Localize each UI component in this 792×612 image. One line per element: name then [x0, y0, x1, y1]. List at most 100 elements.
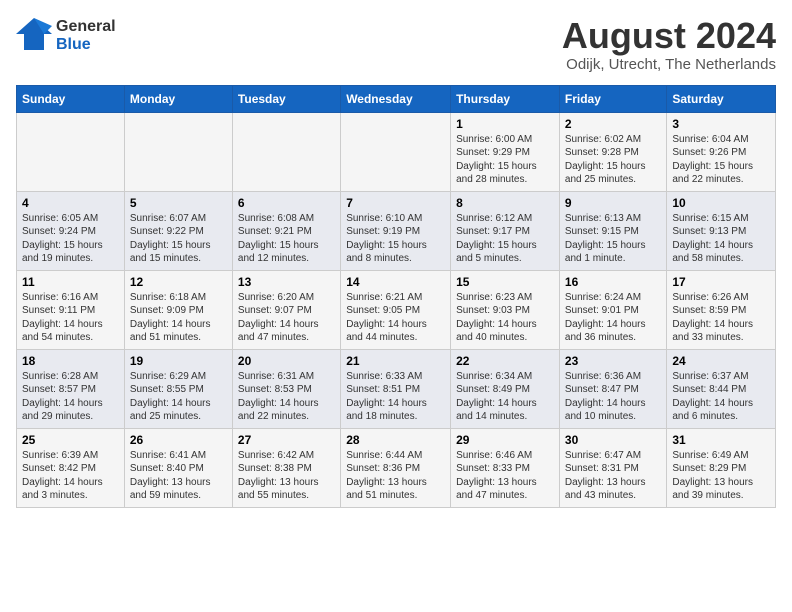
day-number: 12 [130, 275, 227, 289]
calendar-cell: 30Sunrise: 6:47 AM Sunset: 8:31 PM Dayli… [559, 428, 666, 507]
logo: General Blue [16, 16, 116, 56]
day-number: 22 [456, 354, 554, 368]
day-info: Sunrise: 6:33 AM Sunset: 8:51 PM Dayligh… [346, 370, 445, 424]
day-number: 11 [22, 275, 119, 289]
day-info: Sunrise: 6:28 AM Sunset: 8:57 PM Dayligh… [22, 370, 119, 424]
day-info: Sunrise: 6:04 AM Sunset: 9:26 PM Dayligh… [672, 133, 770, 187]
day-number: 8 [456, 196, 554, 210]
day-info: Sunrise: 6:36 AM Sunset: 8:47 PM Dayligh… [565, 370, 661, 424]
day-number: 15 [456, 275, 554, 289]
calendar-cell: 18 Sunrise: 6:28 AM Sunset: 8:57 PM Dayli… [17, 349, 125, 428]
calendar-cell: 19Sunrise: 6:29 AM Sunset: 8:55 PM Dayli… [124, 349, 232, 428]
logo-text: General Blue [56, 18, 116, 53]
day-number: 4 [22, 196, 119, 210]
day-info: Sunrise: 6:41 AM Sunset: 8:40 PM Dayligh… [130, 449, 227, 503]
day-info: Sunrise: 6:02 AM Sunset: 9:28 PM Dayligh… [565, 133, 661, 187]
calendar-cell: 8 Sunrise: 6:12 AM Sunset: 9:17 PM Daylig… [451, 191, 560, 270]
calendar-cell [17, 112, 125, 191]
calendar-week-2: 4 Sunrise: 6:05 AM Sunset: 9:24 PM Daylig… [17, 191, 776, 270]
calendar-cell [232, 112, 340, 191]
day-number: 10 [672, 196, 770, 210]
col-header-thursday: Thursday [451, 85, 560, 112]
calendar-cell: 10Sunrise: 6:15 AM Sunset: 9:13 PM Dayli… [667, 191, 776, 270]
calendar-week-3: 11 Sunrise: 6:16 AM Sunset: 9:11 PM Dayli… [17, 270, 776, 349]
calendar-header-row: SundayMondayTuesdayWednesdayThursdayFrid… [17, 85, 776, 112]
day-number: 13 [238, 275, 335, 289]
day-info: Sunrise: 6:26 AM Sunset: 8:59 PM Dayligh… [672, 291, 770, 345]
day-info: Sunrise: 6:46 AM Sunset: 8:33 PM Dayligh… [456, 449, 554, 503]
calendar-cell: 2Sunrise: 6:02 AM Sunset: 9:28 PM Daylig… [559, 112, 666, 191]
calendar-cell: 5 Sunrise: 6:07 AM Sunset: 9:22 PM Daylig… [124, 191, 232, 270]
calendar-cell: 14 Sunrise: 6:21 AM Sunset: 9:05 PM Dayli… [341, 270, 451, 349]
day-number: 5 [130, 196, 227, 210]
day-number: 14 [346, 275, 445, 289]
calendar-cell: 22 Sunrise: 6:34 AM Sunset: 8:49 PM Dayli… [451, 349, 560, 428]
logo-icon [16, 16, 52, 56]
calendar-cell: 21Sunrise: 6:33 AM Sunset: 8:51 PM Dayli… [341, 349, 451, 428]
calendar-cell: 25Sunrise: 6:39 AM Sunset: 8:42 PM Dayli… [17, 428, 125, 507]
calendar-week-5: 25Sunrise: 6:39 AM Sunset: 8:42 PM Dayli… [17, 428, 776, 507]
calendar-cell: 20 Sunrise: 6:31 AM Sunset: 8:53 PM Dayli… [232, 349, 340, 428]
day-number: 24 [672, 354, 770, 368]
day-info: Sunrise: 6:24 AM Sunset: 9:01 PM Dayligh… [565, 291, 661, 345]
day-info: Sunrise: 6:10 AM Sunset: 9:19 PM Dayligh… [346, 212, 445, 266]
day-info: Sunrise: 6:20 AM Sunset: 9:07 PM Dayligh… [238, 291, 335, 345]
day-info: Sunrise: 6:07 AM Sunset: 9:22 PM Dayligh… [130, 212, 227, 266]
calendar-week-1: 1 Sunrise: 6:00 AM Sunset: 9:29 PM Daylig… [17, 112, 776, 191]
day-info: Sunrise: 6:44 AM Sunset: 8:36 PM Dayligh… [346, 449, 445, 503]
col-header-wednesday: Wednesday [341, 85, 451, 112]
calendar-cell [124, 112, 232, 191]
page-header: General Blue August 2024 Odijk, Utrecht,… [16, 16, 776, 73]
day-number: 1 [456, 117, 554, 131]
day-number: 17 [672, 275, 770, 289]
day-info: Sunrise: 6:12 AM Sunset: 9:17 PM Dayligh… [456, 212, 554, 266]
day-number: 29 [456, 433, 554, 447]
calendar-cell: 24Sunrise: 6:37 AM Sunset: 8:44 PM Dayli… [667, 349, 776, 428]
day-info: Sunrise: 6:31 AM Sunset: 8:53 PM Dayligh… [238, 370, 335, 424]
day-info: Sunrise: 6:05 AM Sunset: 9:24 PM Dayligh… [22, 212, 119, 266]
calendar-cell [341, 112, 451, 191]
day-number: 9 [565, 196, 661, 210]
day-number: 6 [238, 196, 335, 210]
col-header-monday: Monday [124, 85, 232, 112]
day-number: 27 [238, 433, 335, 447]
day-info: Sunrise: 6:08 AM Sunset: 9:21 PM Dayligh… [238, 212, 335, 266]
col-header-sunday: Sunday [17, 85, 125, 112]
col-header-tuesday: Tuesday [232, 85, 340, 112]
logo-general: General [56, 18, 116, 36]
day-number: 3 [672, 117, 770, 131]
calendar-cell: 28Sunrise: 6:44 AM Sunset: 8:36 PM Dayli… [341, 428, 451, 507]
day-number: 16 [565, 275, 661, 289]
subtitle: Odijk, Utrecht, The Netherlands [562, 56, 776, 73]
day-info: Sunrise: 6:42 AM Sunset: 8:38 PM Dayligh… [238, 449, 335, 503]
day-info: Sunrise: 6:21 AM Sunset: 9:05 PM Dayligh… [346, 291, 445, 345]
calendar-cell: 9 Sunrise: 6:13 AM Sunset: 9:15 PM Daylig… [559, 191, 666, 270]
day-info: Sunrise: 6:16 AM Sunset: 9:11 PM Dayligh… [22, 291, 119, 345]
day-info: Sunrise: 6:23 AM Sunset: 9:03 PM Dayligh… [456, 291, 554, 345]
day-number: 18 [22, 354, 119, 368]
col-header-friday: Friday [559, 85, 666, 112]
calendar-cell: 23Sunrise: 6:36 AM Sunset: 8:47 PM Dayli… [559, 349, 666, 428]
calendar-cell: 12Sunrise: 6:18 AM Sunset: 9:09 PM Dayli… [124, 270, 232, 349]
day-info: Sunrise: 6:13 AM Sunset: 9:15 PM Dayligh… [565, 212, 661, 266]
calendar-cell: 1 Sunrise: 6:00 AM Sunset: 9:29 PM Daylig… [451, 112, 560, 191]
day-number: 19 [130, 354, 227, 368]
calendar-week-4: 18 Sunrise: 6:28 AM Sunset: 8:57 PM Dayli… [17, 349, 776, 428]
calendar-cell: 27 Sunrise: 6:42 AM Sunset: 8:38 PM Dayli… [232, 428, 340, 507]
calendar-cell: 16 Sunrise: 6:24 AM Sunset: 9:01 PM Dayli… [559, 270, 666, 349]
day-number: 20 [238, 354, 335, 368]
calendar-cell: 6 Sunrise: 6:08 AM Sunset: 9:21 PM Daylig… [232, 191, 340, 270]
day-number: 31 [672, 433, 770, 447]
day-number: 30 [565, 433, 661, 447]
calendar-cell: 11 Sunrise: 6:16 AM Sunset: 9:11 PM Dayli… [17, 270, 125, 349]
calendar-cell: 17 Sunrise: 6:26 AM Sunset: 8:59 PM Dayli… [667, 270, 776, 349]
day-info: Sunrise: 6:39 AM Sunset: 8:42 PM Dayligh… [22, 449, 119, 503]
title-block: August 2024 Odijk, Utrecht, The Netherla… [562, 16, 776, 73]
calendar-cell: 13 Sunrise: 6:20 AM Sunset: 9:07 PM Dayli… [232, 270, 340, 349]
calendar-cell: 7Sunrise: 6:10 AM Sunset: 9:19 PM Daylig… [341, 191, 451, 270]
calendar-cell: 31Sunrise: 6:49 AM Sunset: 8:29 PM Dayli… [667, 428, 776, 507]
logo-blue: Blue [56, 36, 116, 54]
calendar-cell: 3 Sunrise: 6:04 AM Sunset: 9:26 PM Daylig… [667, 112, 776, 191]
day-info: Sunrise: 6:00 AM Sunset: 9:29 PM Dayligh… [456, 133, 554, 187]
day-info: Sunrise: 6:34 AM Sunset: 8:49 PM Dayligh… [456, 370, 554, 424]
